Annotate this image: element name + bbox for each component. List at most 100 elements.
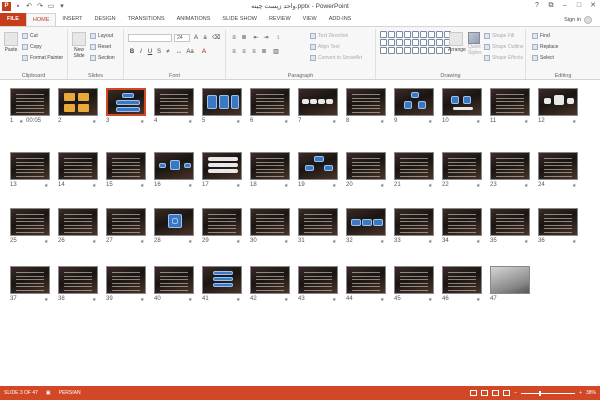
- increase-indent-icon[interactable]: ⇥: [262, 34, 270, 42]
- transition-star-icon[interactable]: ★: [428, 297, 432, 303]
- shadow-icon[interactable]: S: [155, 48, 163, 56]
- tab-slide-show[interactable]: SLIDE SHOW: [216, 13, 263, 26]
- slide-thumbnail[interactable]: [394, 152, 434, 180]
- proofing-icon[interactable]: ▣: [46, 390, 51, 396]
- transition-star-icon[interactable]: ★: [380, 297, 384, 303]
- slide-thumbnail[interactable]: [58, 88, 98, 116]
- shape-item[interactable]: [420, 31, 427, 38]
- slide-thumbnail[interactable]: [442, 208, 482, 236]
- transition-star-icon[interactable]: ★: [92, 239, 96, 245]
- slide-thumbnail[interactable]: [490, 152, 530, 180]
- redo-icon[interactable]: ↷: [36, 3, 44, 11]
- transition-star-icon[interactable]: ★: [236, 239, 240, 245]
- shape-item[interactable]: [404, 39, 411, 46]
- tab-animations[interactable]: ANIMATIONS: [171, 13, 217, 26]
- slide-thumbnail[interactable]: [106, 88, 146, 116]
- align-right-icon[interactable]: ≡: [250, 48, 258, 56]
- slide-thumbnail[interactable]: [10, 266, 50, 294]
- slide-thumbnail[interactable]: [250, 88, 290, 116]
- transition-star-icon[interactable]: ★: [236, 297, 240, 303]
- reading-view-icon[interactable]: [492, 390, 500, 396]
- slide-thumbnail[interactable]: [298, 208, 338, 236]
- slide-thumbnail[interactable]: [106, 208, 146, 236]
- shape-item[interactable]: [388, 39, 395, 46]
- slide-thumbnail[interactable]: [298, 266, 338, 294]
- transition-star-icon[interactable]: ★: [428, 239, 432, 245]
- change-case-icon[interactable]: Aa: [186, 48, 194, 56]
- shape-item[interactable]: [396, 31, 403, 38]
- shape-item[interactable]: [404, 31, 411, 38]
- font-color-icon[interactable]: A: [200, 48, 208, 56]
- numbering-icon[interactable]: ≣: [240, 34, 248, 42]
- convert-smartart-button[interactable]: Convert to SmartArt: [310, 55, 362, 61]
- justify-icon[interactable]: ≣: [260, 48, 268, 56]
- tab-add-ins[interactable]: ADD-INS: [323, 13, 358, 26]
- customize-icon[interactable]: ▾: [58, 3, 66, 11]
- transition-star-icon[interactable]: ★: [332, 183, 336, 189]
- close-button[interactable]: ✕: [586, 0, 600, 12]
- new-slide-button[interactable]: New Slide: [71, 32, 87, 59]
- shapes-gallery[interactable]: [380, 31, 451, 54]
- slide-thumbnail[interactable]: [298, 152, 338, 180]
- slide-thumbnail[interactable]: [346, 88, 386, 116]
- transition-star-icon[interactable]: ★: [524, 183, 528, 189]
- minimize-button[interactable]: –: [558, 0, 572, 12]
- reset-button[interactable]: Reset: [90, 44, 111, 50]
- shape-fill-button[interactable]: Shape Fill: [484, 33, 514, 39]
- columns-icon[interactable]: ▥: [272, 48, 280, 56]
- shape-item[interactable]: [380, 39, 387, 46]
- transition-star-icon[interactable]: ★: [188, 239, 192, 245]
- clear-format-icon[interactable]: ⌫: [212, 34, 220, 42]
- slide-thumbnail[interactable]: [202, 152, 242, 180]
- shape-item[interactable]: [436, 31, 443, 38]
- present-icon[interactable]: ▭: [47, 3, 55, 11]
- shape-item[interactable]: [380, 47, 387, 54]
- transition-star-icon[interactable]: ★: [476, 119, 480, 125]
- transition-star-icon[interactable]: ★: [380, 239, 384, 245]
- maximize-button[interactable]: □: [572, 0, 586, 12]
- shape-item[interactable]: [412, 47, 419, 54]
- layout-button[interactable]: Layout: [90, 33, 113, 39]
- slide-thumbnail[interactable]: [202, 266, 242, 294]
- slide-thumbnail[interactable]: [106, 266, 146, 294]
- transition-star-icon[interactable]: ★: [332, 119, 336, 125]
- slide-thumbnail[interactable]: [346, 266, 386, 294]
- slide-thumbnail[interactable]: [346, 208, 386, 236]
- slideshow-view-icon[interactable]: [503, 390, 511, 396]
- transition-star-icon[interactable]: ★: [44, 297, 48, 303]
- slide-thumbnail[interactable]: [394, 208, 434, 236]
- shape-item[interactable]: [388, 31, 395, 38]
- shrink-font-icon[interactable]: a: [201, 34, 209, 42]
- tab-transitions[interactable]: TRANSITIONS: [122, 13, 171, 26]
- zoom-slider-thumb[interactable]: [539, 390, 542, 396]
- font-name-combo[interactable]: [128, 34, 172, 42]
- transition-star-icon[interactable]: ★: [44, 183, 48, 189]
- bold-icon[interactable]: B: [128, 48, 136, 56]
- shape-item[interactable]: [380, 31, 387, 38]
- slide-thumbnail[interactable]: [106, 152, 146, 180]
- italic-icon[interactable]: I: [137, 48, 145, 56]
- transition-star-icon[interactable]: ★: [188, 297, 192, 303]
- shape-item[interactable]: [428, 47, 435, 54]
- align-center-icon[interactable]: ≡: [240, 48, 248, 56]
- slide-thumbnail[interactable]: [250, 266, 290, 294]
- slide-thumbnail[interactable]: [58, 266, 98, 294]
- slide-thumbnail[interactable]: [202, 88, 242, 116]
- sign-in-area[interactable]: Sign in: [564, 16, 592, 24]
- slide-thumbnail[interactable]: [154, 208, 194, 236]
- slide-thumbnail[interactable]: [490, 208, 530, 236]
- tab-home[interactable]: HOME: [25, 13, 57, 26]
- shape-item[interactable]: [420, 39, 427, 46]
- font-size-combo[interactable]: 24: [174, 34, 190, 42]
- transition-star-icon[interactable]: ★: [140, 119, 144, 125]
- transition-star-icon[interactable]: ★: [92, 297, 96, 303]
- shape-item[interactable]: [428, 39, 435, 46]
- paste-button[interactable]: Paste: [3, 32, 19, 53]
- transition-star-icon[interactable]: ★: [92, 119, 96, 125]
- undo-icon[interactable]: ↶: [25, 3, 33, 11]
- transition-star-icon[interactable]: ★: [572, 183, 576, 189]
- shape-item[interactable]: [420, 47, 427, 54]
- slide-thumbnail[interactable]: [10, 208, 50, 236]
- transition-star-icon[interactable]: ★: [380, 119, 384, 125]
- zoom-slider[interactable]: [521, 390, 576, 396]
